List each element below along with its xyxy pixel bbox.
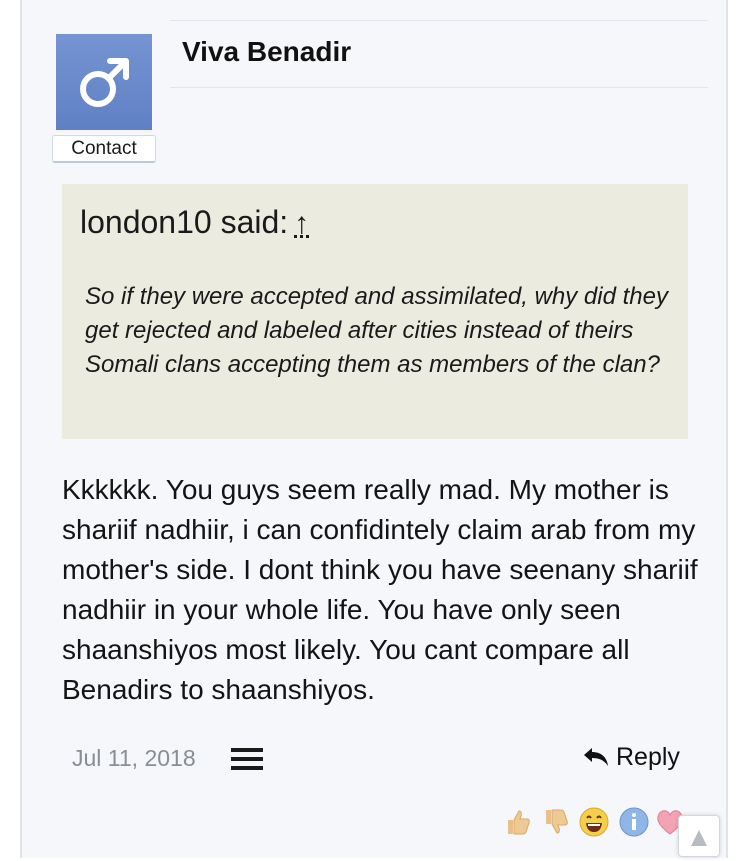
divider	[170, 20, 708, 21]
reply-icon	[584, 748, 608, 766]
jump-to-quote-icon[interactable]: ↑	[294, 207, 309, 241]
info-icon[interactable]	[618, 806, 650, 838]
quote-header: london10 said: ↑	[80, 204, 309, 241]
reaction-bar	[502, 806, 702, 842]
username[interactable]: Viva Benadir	[182, 36, 351, 68]
avatar[interactable]	[56, 34, 152, 130]
male-symbol-icon	[80, 58, 129, 107]
menu-icon[interactable]	[231, 748, 263, 772]
scroll-to-top-button[interactable]	[678, 815, 720, 857]
reply-label: Reply	[616, 743, 680, 771]
reply-button[interactable]: Reply	[582, 743, 680, 772]
laugh-icon[interactable]	[578, 806, 610, 838]
dislike-icon[interactable]	[540, 806, 572, 838]
quote-author: london10 said:	[80, 204, 289, 240]
like-icon[interactable]	[502, 806, 534, 838]
divider	[170, 87, 708, 88]
contact-button[interactable]: Contact	[52, 135, 156, 163]
quote-text: So if they were accepted and assimilated…	[85, 283, 668, 378]
post-body: Kkkkkk. You guys seem really mad. My mot…	[62, 474, 698, 705]
up-arrow-icon	[691, 830, 707, 846]
quote-block: london10 said: ↑ So if they were accepted…	[62, 184, 688, 439]
post-date[interactable]: Jul 11, 2018	[72, 745, 196, 772]
